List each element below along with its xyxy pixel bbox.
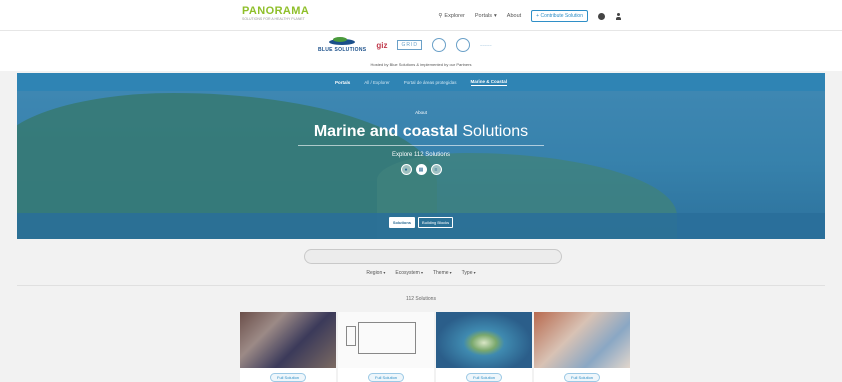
partner-logos: BLUE SOLUTIONS giz GRID ~~~~~ [318,37,492,53]
nav-explorer-label: Explorer [444,13,465,19]
filter-bar: Region Ecosystem Theme Type [0,270,842,276]
chevron-down-icon: ▾ [494,13,497,19]
map-pin-icon[interactable]: ● [400,164,412,175]
solution-card-image [338,312,434,368]
filter-type[interactable]: Type [462,270,476,276]
brand-name: PANORAMA [242,5,310,17]
contribute-label: Contribute Solution [540,13,583,19]
results-count: 112 Solutions [406,296,436,302]
full-solution-button[interactable]: Full Solution [466,373,503,382]
section-divider [17,285,825,286]
page-title-bold: Marine and coastal [313,123,458,140]
solution-card-image [240,312,336,368]
blue-solutions-logo[interactable]: BLUE SOLUTIONS [318,37,366,53]
grid-logo[interactable]: GRID [397,40,422,50]
partners-strip: BLUE SOLUTIONS giz GRID ~~~~~ Hosted by … [0,31,842,71]
solution-card-image [436,312,532,368]
giz-logo[interactable]: giz [376,41,387,50]
view-switcher: ● ▦ ≡ [17,164,825,175]
tab-building-blocks[interactable]: Building Blocks [418,217,454,228]
filter-region[interactable]: Region [366,270,385,276]
diagram-sketch-icon [346,326,356,346]
nav-portals[interactable]: Portals ▾ [475,13,497,19]
giz-text: giz [376,40,388,50]
filter-theme[interactable]: Theme [433,270,452,276]
portal-tab-all-explorer[interactable]: All / Explorer [364,80,390,85]
portal-tab-marine-coastal[interactable]: Marine & Coastal [470,79,508,86]
filter-ecosystem[interactable]: Ecosystem [395,270,423,276]
tab-solutions[interactable]: Solutions [388,217,416,228]
solution-card[interactable]: Full Solution [534,312,630,382]
hosted-by-text: Hosted by Blue Solutions & implemented b… [370,62,472,67]
diagram-sketch-icon [358,322,416,354]
nav-portals-label: Portals [474,13,493,19]
title-divider [298,145,544,146]
top-navigation-bar: PANORAMA SOLUTIONS FOR A HEALTHY PLANET … [0,0,842,31]
hero-content: About Marine and coastal Solutions Explo… [17,110,825,175]
list-view-icon[interactable]: ≡ [430,164,442,175]
blue-solutions-wave-icon [329,37,356,47]
portal-tab-areas-protegidas[interactable]: Portal de áreas protegidas [404,80,457,85]
plus-icon: + [536,13,540,19]
full-solution-button[interactable]: Full Solution [368,373,405,382]
nav-explorer[interactable]: ⚲ Explorer [438,13,465,19]
solution-card[interactable]: Full Solution [240,312,336,382]
solution-card-image [534,312,630,368]
blue-solutions-text: BLUE SOLUTIONS [318,47,367,53]
grid-view-icon[interactable]: ▦ [415,164,427,175]
brand-tagline: SOLUTIONS FOR A HEALTHY PLANET [242,17,305,21]
page-title-light: Solutions [462,123,529,140]
partner-seal-icon[interactable] [431,38,446,52]
hero-about-link[interactable]: About [17,110,825,115]
portal-bar-label: Portals [334,79,351,85]
contribute-solution-button[interactable]: + Contribute Solution [531,10,588,22]
panorama-logo[interactable]: PANORAMA SOLUTIONS FOR A HEALTHY PLANET [242,5,312,22]
solution-cards: Full Solution Full Solution Full Solutio… [240,312,630,382]
partner-emblem-icon[interactable] [455,38,470,52]
portal-bar: Portals All / Explorer Portal de áreas p… [17,73,825,91]
search-icon: ⚲ [438,13,443,19]
full-solution-button[interactable]: Full Solution [564,373,601,382]
language-globe-icon[interactable] [598,12,605,20]
user-account-icon[interactable] [615,12,622,20]
explore-count: Explore 112 Solutions [392,152,450,158]
nav-about[interactable]: About [507,13,521,19]
page-title: Marine and coastal Solutions [17,123,825,141]
un-environment-logo-icon[interactable]: ~~~~~ [480,43,492,48]
search-input[interactable] [304,249,562,264]
solution-card[interactable]: Full Solution [436,312,532,382]
full-solution-button[interactable]: Full Solution [270,373,307,382]
hero-tabs: Solutions Building Blocks [17,217,825,228]
main-nav: ⚲ Explorer Portals ▾ About + Contribute … [438,10,622,22]
solution-card[interactable]: Full Solution [338,312,434,382]
